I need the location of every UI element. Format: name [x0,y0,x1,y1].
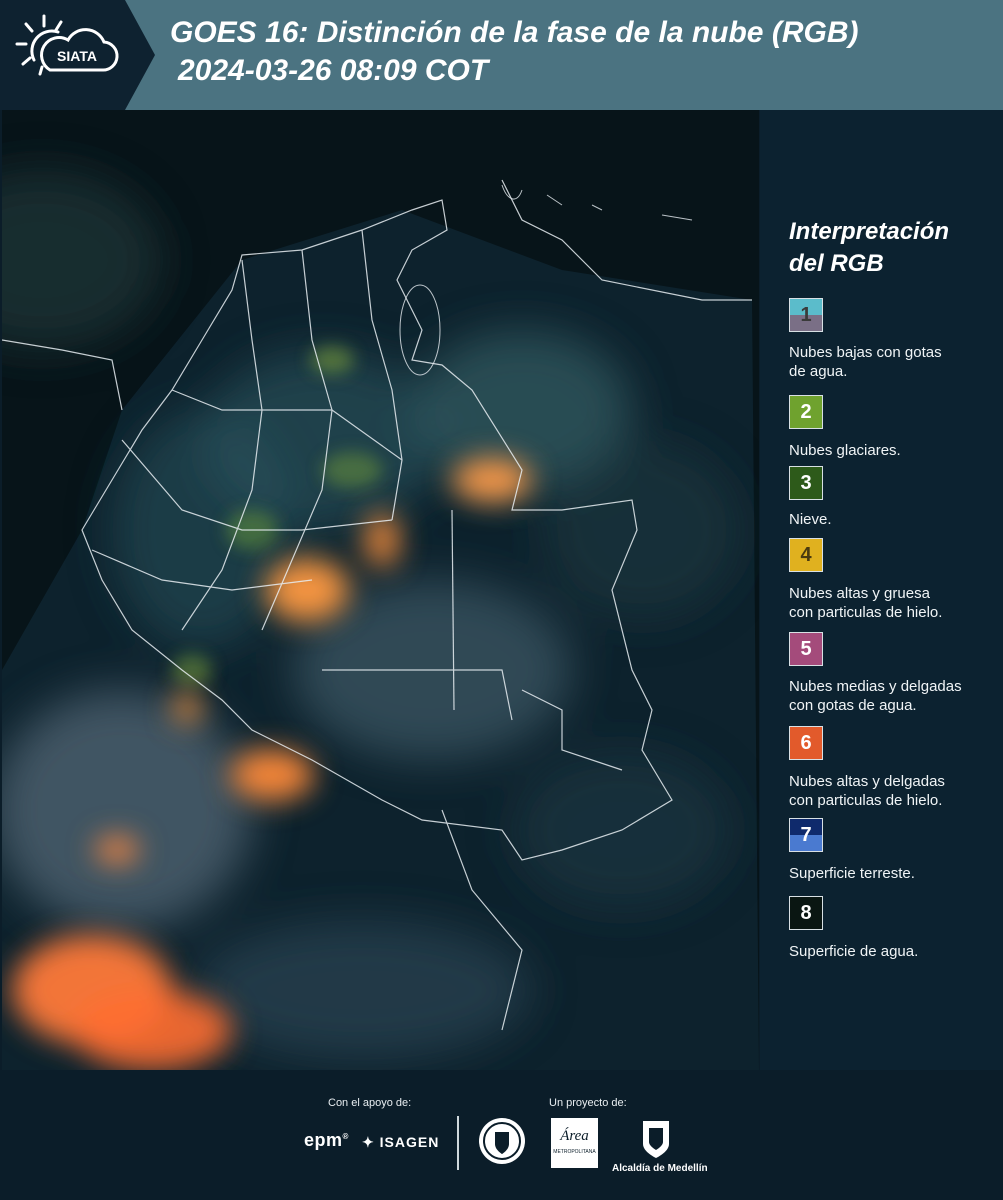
isagen-logo: ✦ ISAGEN [362,1134,440,1150]
legend-swatch-6: 6 [789,726,823,760]
footer: Con el apoyo de: Un proyecto de: epm® ✦ … [0,1070,1003,1200]
satellite-map [2,110,759,1070]
legend-swatch-8: 8 [789,896,823,930]
legend-label-line1: Nubes bajas con gotas [789,344,942,361]
epm-logo: epm® [304,1130,349,1150]
legend-label-line1: Nieve. [789,511,832,528]
area-logo-text: Área [560,1128,589,1144]
legend-swatch-3: 3 [789,466,823,500]
sun-cloud-icon: SIATA [15,14,119,76]
legend-swatch-1: 1 [789,298,823,332]
legend-label-2: Nubes glaciares. [789,441,994,460]
support-label: Con el apoyo de: [328,1097,412,1109]
legend-label-line2: con gotas de agua. [789,697,917,714]
legend-label-line1: Nubes medias y delgadas [789,678,962,695]
header-bar: SIATA GOES 16: Distinción de la fase de … [0,0,1003,110]
legend-label-7: Superficie terreste. [789,864,994,883]
legend-swatch-4: 4 [789,538,823,572]
legend-swatch-number: 3 [800,471,812,494]
legend-label-5: Nubes medias y delgadas con gotas de agua… [789,677,994,715]
legend-label-line1: Nubes glaciares. [789,442,901,459]
legend-title-line1: Interpretación [789,218,950,245]
isagen-mark-icon: ✦ [362,1134,375,1150]
legend-swatch-number: 1 [800,303,812,326]
legend-swatch-5: 5 [789,632,823,666]
legend-label-line1: Nubes altas y gruesa [789,585,930,602]
satellite-rgb-image [2,110,759,1070]
legend-swatch-number: 7 [800,823,812,846]
legend-label-line1: Nubes altas y delgadas [789,773,945,790]
legend-swatch-number: 4 [800,543,812,566]
area-metropolitana-logo: Área METROPOLITANA [551,1118,598,1168]
legend-label-4: Nubes altas y gruesa con particulas de hi… [789,584,994,622]
footer-divider [457,1116,459,1170]
legend-label-line1: Superficie de agua. [789,943,919,960]
legend-swatch-number: 5 [800,637,812,660]
legend-label-line2: con particulas de hielo. [789,792,943,809]
legend-swatch-number: 8 [800,901,812,924]
svg-text:SIATA: SIATA [57,48,97,64]
siata-logo: SIATA [0,0,155,110]
alcaldia-shield-icon [643,1121,669,1158]
legend-label-line2: con particulas de hielo. [789,604,943,621]
university-seal-icon [479,1118,525,1164]
legend-swatch-7: 7 [789,818,823,852]
project-label: Un proyecto de: [549,1097,627,1109]
legend-label-1: Nubes bajas con gotas de agua. [789,343,994,381]
alcaldia-text: Alcaldía de Medellín [612,1163,708,1174]
legend-title-line2: del RGB [789,250,884,277]
legend-label-8: Superficie de agua. [789,942,994,961]
legend-swatch-2: 2 [789,395,823,429]
area-logo-subtext: METROPOLITANA [553,1149,596,1155]
page-title: GOES 16: Distinción de la fase de la nub… [170,16,859,49]
legend-swatch-number: 6 [800,731,812,754]
page-timestamp: 2024-03-26 08:09 COT [178,54,489,87]
legend-label-6: Nubes altas y delgadas con particulas de … [789,772,994,810]
legend-label-line1: Superficie terreste. [789,865,915,882]
legend-label-3: Nieve. [789,510,994,529]
legend-label-line2: de agua. [789,363,848,380]
legend-panel: Interpretación del RGB 1 Nubes bajas con … [760,110,1003,1070]
legend-swatch-number: 2 [800,400,812,423]
legend-title: Interpretación del RGB [789,216,989,280]
